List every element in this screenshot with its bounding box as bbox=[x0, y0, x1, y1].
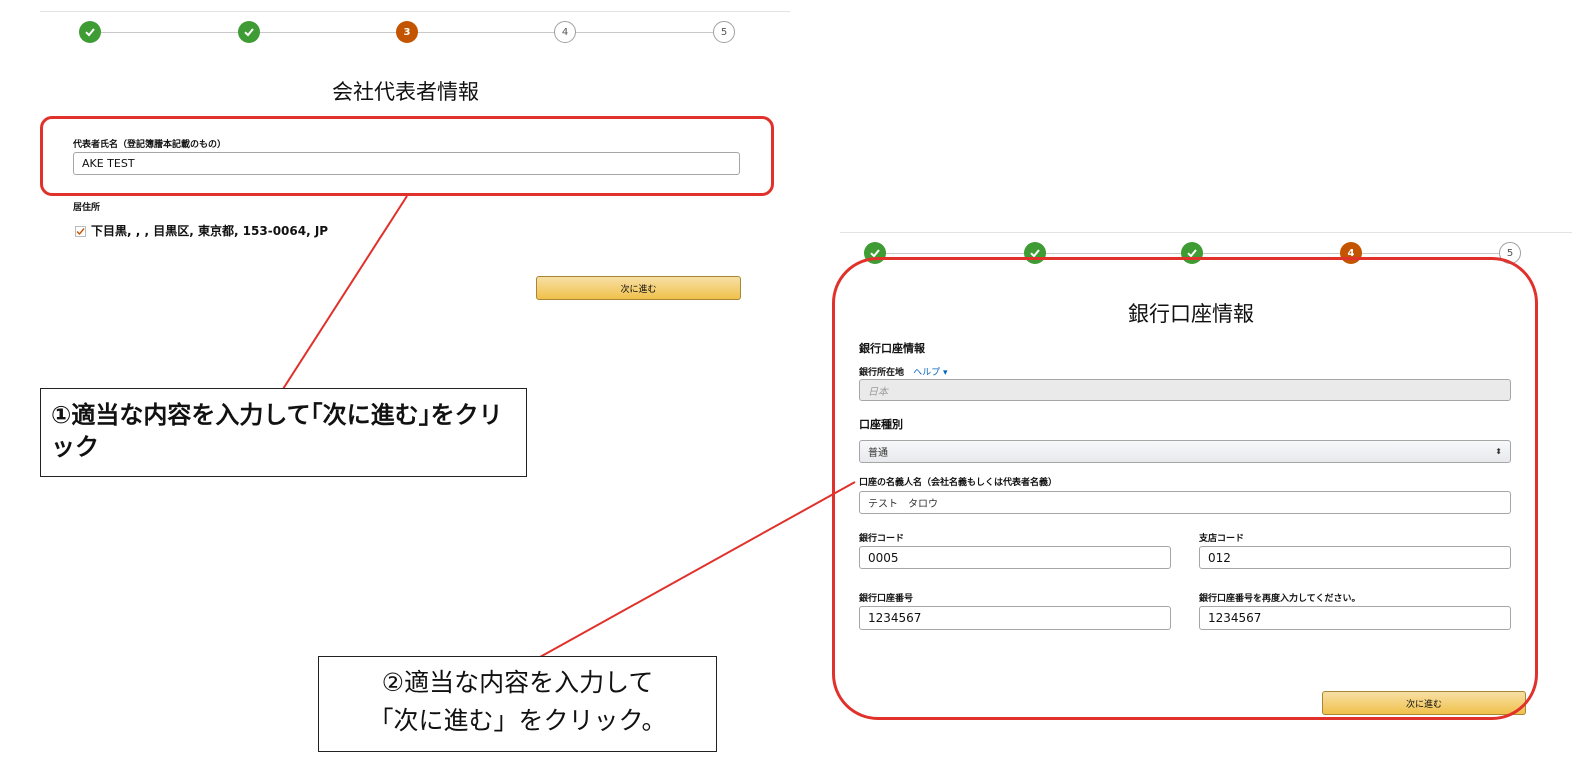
step-5-pending: 5 bbox=[713, 21, 735, 43]
step-2-complete-icon bbox=[238, 21, 260, 43]
top-divider bbox=[840, 232, 1572, 233]
step-1-complete-icon bbox=[79, 21, 101, 43]
page-title: 会社代表者情報 bbox=[332, 80, 479, 104]
top-divider bbox=[40, 11, 790, 12]
callout-step-2-line-1: ②適当な内容を入力して bbox=[381, 668, 654, 697]
next-button[interactable]: 次に進む bbox=[536, 276, 741, 300]
step-4-pending: 4 bbox=[554, 21, 576, 43]
callout-step-2: ②適当な内容を入力して 「次に進む」をクリック。 bbox=[318, 656, 717, 752]
residence-label: 居住所 bbox=[73, 203, 101, 213]
callout-step-2-line-2: 「次に進む」をクリック。 bbox=[368, 706, 667, 735]
highlight-box-name-field bbox=[40, 116, 774, 196]
callout-step-1: ①適当な内容を入力して｢次に進む｣をクリック bbox=[40, 388, 527, 477]
checkbox-checked-icon[interactable] bbox=[75, 226, 86, 237]
highlight-box-bank-form bbox=[832, 257, 1538, 720]
residence-option[interactable]: 下目黒, , , 目黒区, 東京都, 153-0064, JP bbox=[75, 222, 328, 239]
pointer-line-2 bbox=[539, 481, 856, 658]
residence-address: 下目黒, , , 目黒区, 東京都, 153-0064, JP bbox=[91, 224, 329, 238]
step-3-current: 3 bbox=[396, 21, 418, 43]
